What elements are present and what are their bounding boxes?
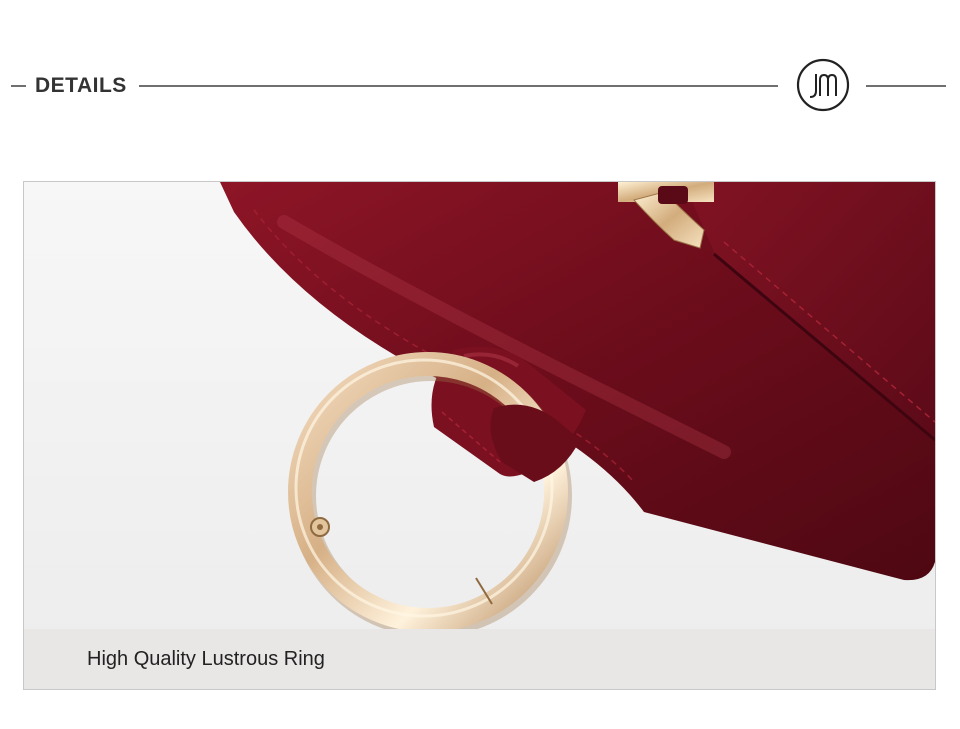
section-title: DETAILS	[35, 74, 127, 97]
details-page: DETAILS High Quality Lustrous Ring	[0, 0, 960, 729]
header-rule-left-short	[11, 85, 26, 87]
product-photo: High Quality Lustrous Ring	[23, 181, 936, 690]
header-rule-right	[866, 85, 946, 87]
photo-caption: High Quality Lustrous Ring	[87, 648, 325, 670]
wallet-ring-illustration	[24, 182, 935, 689]
header-rule-middle	[139, 85, 778, 87]
jm-logo-icon	[796, 58, 850, 112]
caption-bar: High Quality Lustrous Ring	[24, 629, 935, 689]
